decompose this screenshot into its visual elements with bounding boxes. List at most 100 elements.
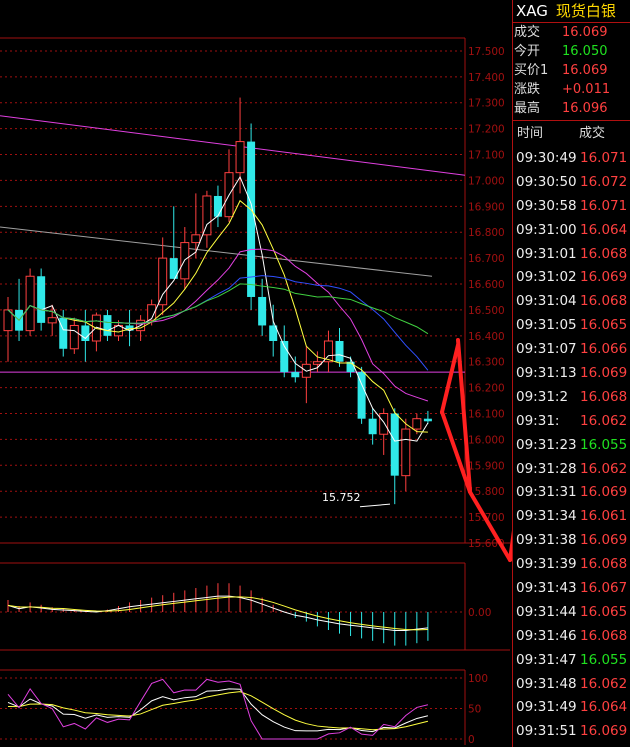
tick-time: 09:31:34 <box>516 508 577 525</box>
instrument-title: XAG 现货白银 <box>513 0 630 23</box>
ticks-header-time: 时间 <box>517 126 544 141</box>
price-axis-label: 16.700 <box>468 253 505 265</box>
tick-price: 16.069 <box>580 532 628 549</box>
tick-price: 16.069 <box>580 365 628 382</box>
tick-time: 09:31:48 <box>516 675 577 692</box>
candle-body <box>213 195 222 217</box>
candle-body <box>202 195 212 236</box>
price-axis-label: 17.200 <box>468 124 505 136</box>
tick-row: 09:31:31 16.069 <box>513 481 630 505</box>
tick-time: 09:31:28 <box>516 460 577 477</box>
quote-row: 最高 16.096 <box>513 99 630 118</box>
price-axis-label: 16.900 <box>468 201 505 213</box>
candle-body <box>158 257 168 306</box>
candle-body <box>401 428 411 477</box>
trend-line <box>0 226 433 277</box>
tick-list[interactable]: 09:30:49 16.071 09:30:50 16.072 09:30:58 16.0… <box>513 147 630 744</box>
macd-axis-label: 0.00 <box>468 607 491 619</box>
quote-row: 涨跌 +0.011 <box>513 80 630 99</box>
tick-row: 09:31:2 16.068 <box>513 386 630 410</box>
tick-row: 09:31:02 16.069 <box>513 266 630 290</box>
tick-price: 16.068 <box>580 293 628 310</box>
tick-time: 09:31:07 <box>516 341 577 358</box>
tick-time: 09:31:04 <box>516 293 577 310</box>
tick-time: 09:31:46 <box>516 627 577 644</box>
tick-time: 09:31:01 <box>516 245 577 262</box>
tick-price: 16.062 <box>580 412 628 429</box>
tick-time: 09:31:13 <box>516 365 577 382</box>
quote-row: 买价1 16.069 <box>513 61 630 80</box>
candle-body <box>247 141 256 297</box>
tick-price: 16.065 <box>580 317 628 334</box>
tick-row: 09:31:39 16.068 <box>513 553 630 577</box>
tick-time: 09:31:2 <box>516 388 569 405</box>
candle-body <box>69 324 79 350</box>
kdj-axis-label: 50 <box>468 704 481 716</box>
tick-price: 16.064 <box>580 221 628 238</box>
tick-price: 16.061 <box>580 508 628 525</box>
candle-body <box>379 413 389 435</box>
tick-price: 16.068 <box>580 245 628 262</box>
price-axis-label: 16.200 <box>468 383 505 395</box>
quote-panel: XAG 现货白银 成交 16.069 今开 16.050 买价1 16.069 涨跌 +0.01… <box>512 0 630 747</box>
tick-price: 16.068 <box>580 556 628 573</box>
tick-time: 09:31: <box>516 412 560 429</box>
kline-chart[interactable]: 17.500 17.400 17.300 17.200 17.100 17.000 16.9… <box>0 0 512 747</box>
candle-body <box>191 234 201 244</box>
candle-body <box>25 275 35 332</box>
ma-line <box>7 275 429 371</box>
price-axis-label: 17.300 <box>468 98 505 110</box>
tick-row: 09:31:43 16.067 <box>513 577 630 601</box>
tick-row: 09:31:13 16.069 <box>513 362 630 386</box>
tick-row: 09:31:44 16.065 <box>513 601 630 625</box>
tick-price: 16.071 <box>580 150 628 166</box>
tick-price: 16.072 <box>580 173 628 190</box>
tick-time: 09:31:47 <box>516 651 577 668</box>
quote-summary: 成交 16.069 今开 16.050 买价1 16.069 涨跌 +0.011 最高 16.09… <box>513 23 630 118</box>
instrument-symbol: XAG <box>516 2 548 20</box>
tick-row: 09:31:51 16.069 <box>513 720 630 744</box>
low-annotation-line <box>359 503 391 508</box>
tick-row: 09:31:00 16.064 <box>513 219 630 243</box>
tick-row: 09:31:04 16.068 <box>513 290 630 314</box>
tick-time: 09:30:50 <box>516 173 577 190</box>
candle-body <box>59 317 68 349</box>
tick-row: 09:31:48 16.062 <box>513 673 630 697</box>
quote-label: 成交 <box>514 25 541 40</box>
tick-time: 09:31:05 <box>516 317 577 334</box>
arrow-annotation <box>440 343 460 414</box>
tick-row: 09:31:34 16.061 <box>513 505 630 529</box>
price-axis-label: 17.000 <box>468 175 505 187</box>
price-axis-label: 15.900 <box>468 460 505 472</box>
tick-time: 09:31:39 <box>516 556 577 573</box>
tick-row: 09:30:49 16.071 <box>513 147 630 171</box>
quote-row: 成交 16.069 <box>513 23 630 42</box>
tick-time: 09:31:49 <box>516 699 577 716</box>
quote-label: 今开 <box>514 44 541 59</box>
quote-label: 买价1 <box>514 63 549 78</box>
tick-row: 09:30:58 16.071 <box>513 195 630 219</box>
tick-row: 09:30:50 16.072 <box>513 171 630 195</box>
price-axis-label: 16.400 <box>468 331 505 343</box>
candle-body <box>412 418 422 430</box>
tick-row: 09:31:07 16.066 <box>513 338 630 362</box>
tick-price: 16.055 <box>580 436 628 453</box>
ticks-header: 时间 成交 <box>513 121 630 147</box>
price-axis-label: 16.500 <box>468 305 505 317</box>
tick-row: 09:31:05 16.065 <box>513 314 630 338</box>
candle-body <box>258 296 267 326</box>
tick-time: 09:31:23 <box>516 436 577 453</box>
tick-row: 09:31:23 16.055 <box>513 434 630 458</box>
candle-body <box>390 413 399 476</box>
tick-time: 09:31:43 <box>516 580 577 597</box>
candle-body <box>312 361 322 365</box>
trend-line <box>0 115 466 176</box>
price-axis-label: 17.400 <box>468 72 505 84</box>
candle-body <box>335 341 344 362</box>
candle-body <box>291 372 300 378</box>
price-axis-label: 16.000 <box>468 434 505 446</box>
candle-body <box>368 418 377 435</box>
kdj-axis-label: 100 <box>468 673 488 685</box>
tick-price: 16.068 <box>580 627 628 644</box>
chart-area[interactable]: 17.500 17.400 17.300 17.200 17.100 17.000 16.9… <box>0 0 512 747</box>
